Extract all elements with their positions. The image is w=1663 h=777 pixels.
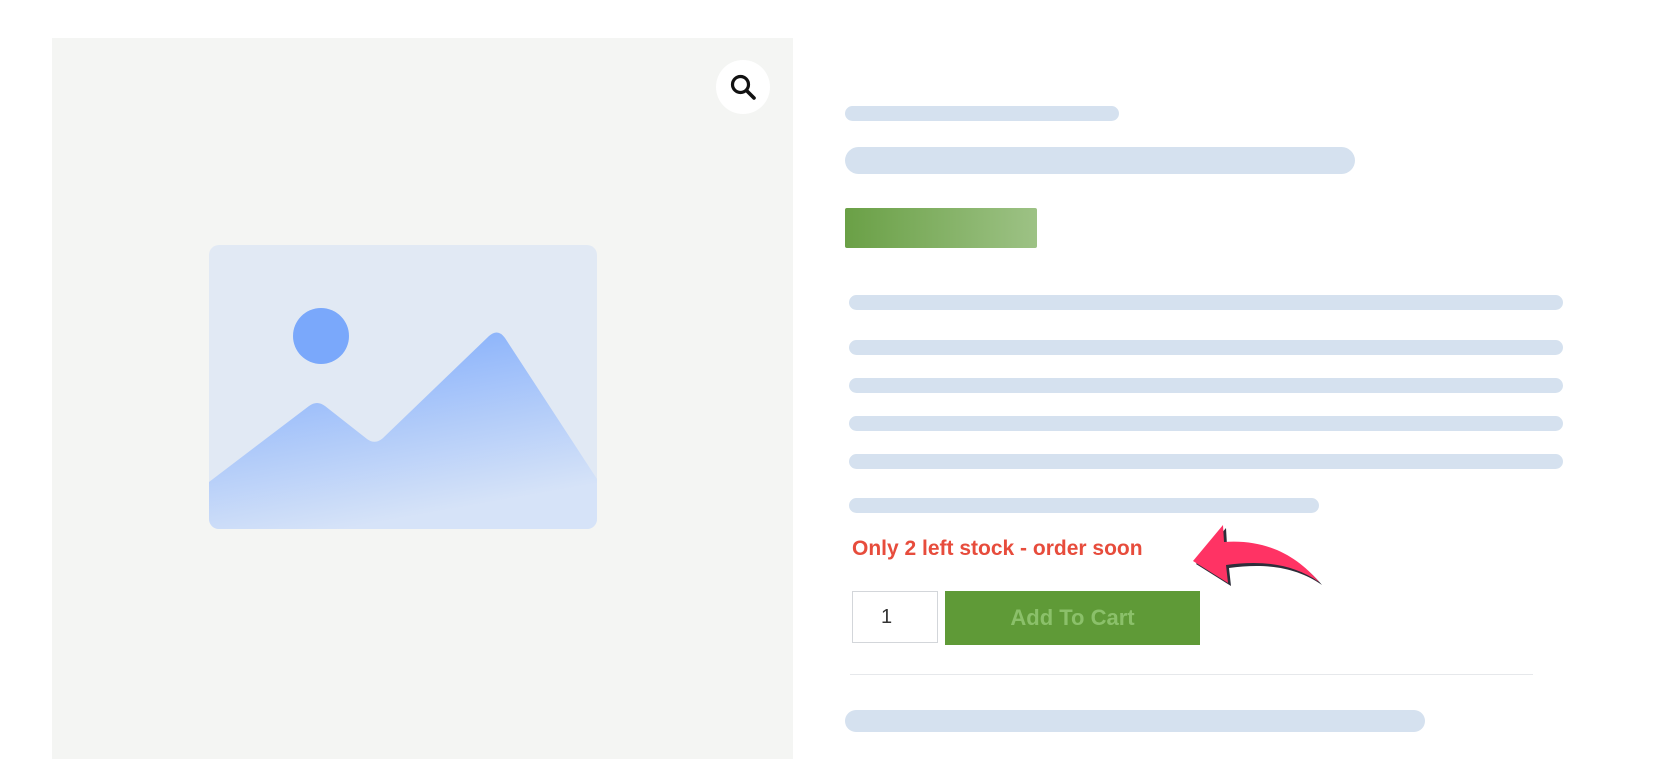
skeleton-text-line bbox=[849, 498, 1319, 513]
image-placeholder-icon bbox=[209, 245, 597, 529]
price-placeholder bbox=[845, 208, 1037, 248]
divider bbox=[850, 674, 1533, 675]
product-gallery bbox=[52, 38, 793, 759]
skeleton-breadcrumb bbox=[845, 106, 1119, 121]
skeleton-meta-line bbox=[845, 710, 1425, 732]
add-to-cart-button[interactable]: Add To Cart bbox=[945, 591, 1200, 645]
skeleton-text-line bbox=[849, 416, 1563, 431]
low-stock-message: Only 2 left stock - order soon bbox=[852, 537, 1143, 560]
skeleton-title bbox=[845, 147, 1355, 174]
skeleton-text-line bbox=[849, 454, 1563, 469]
arrow-pointer-icon bbox=[1193, 525, 1322, 586]
search-icon bbox=[730, 74, 756, 100]
skeleton-text-line bbox=[849, 340, 1563, 355]
quantity-input[interactable] bbox=[852, 591, 938, 643]
zoom-button[interactable] bbox=[716, 60, 770, 114]
skeleton-text-line bbox=[849, 378, 1563, 393]
skeleton-text-line bbox=[849, 295, 1563, 310]
